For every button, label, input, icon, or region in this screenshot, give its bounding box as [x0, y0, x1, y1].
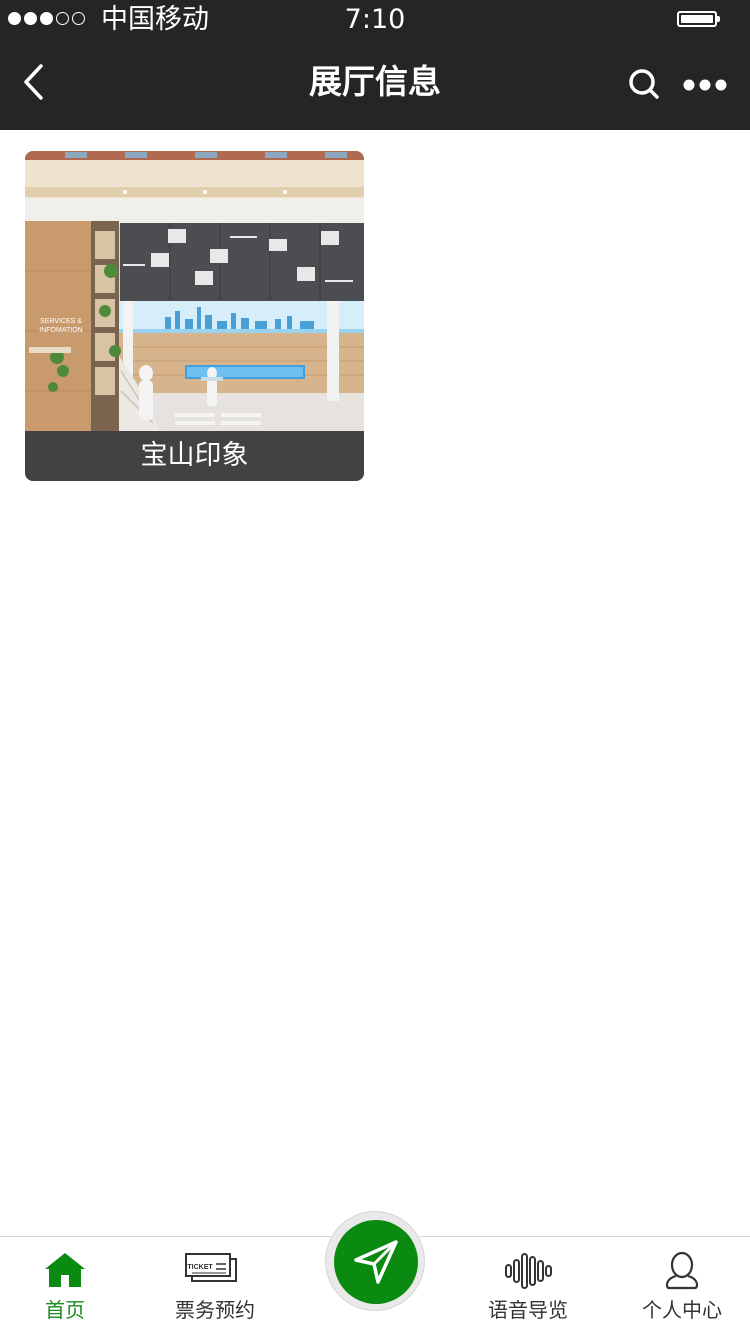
sign-line-1: SERVICES &	[40, 318, 82, 325]
search-icon	[629, 69, 659, 99]
tab-label: 语音导览	[488, 1298, 568, 1322]
more-button[interactable]	[680, 70, 730, 100]
battery-nub	[717, 16, 720, 22]
navigation-button[interactable]	[325, 1211, 425, 1311]
navigation-arrow-icon	[354, 1240, 398, 1284]
hall-title: 宝山印象	[25, 431, 364, 481]
status-time: 7:10	[344, 4, 406, 35]
tab-label: 票务预约	[175, 1298, 255, 1322]
search-button[interactable]	[626, 66, 662, 102]
navigation-bar: 展厅信息	[0, 40, 750, 130]
navigation-button-inner	[334, 1220, 418, 1304]
tab-tickets[interactable]: TICKET 票务预约	[140, 1237, 290, 1335]
home-icon	[0, 1251, 140, 1291]
tab-home[interactable]: 首页	[0, 1237, 140, 1335]
audio-wave-icon	[453, 1251, 603, 1291]
more-icon	[683, 79, 727, 91]
battery-level	[681, 15, 713, 23]
ticket-icon-text: TICKET	[187, 1264, 213, 1271]
tab-audio-guide[interactable]: 语音导览	[453, 1237, 603, 1335]
battery-icon	[677, 11, 720, 27]
tab-label: 个人中心	[642, 1298, 722, 1322]
sign-line-2: INFOMATION	[39, 327, 82, 334]
ticket-icon: TICKET	[140, 1251, 290, 1291]
hall-card[interactable]: SERVICES & INFOMATION 宝山印象	[25, 151, 364, 481]
tab-profile[interactable]: 个人中心	[607, 1237, 750, 1335]
user-icon	[607, 1251, 750, 1291]
tab-label: 首页	[45, 1298, 85, 1322]
status-bar: 中国移动 7:10	[0, 0, 750, 40]
